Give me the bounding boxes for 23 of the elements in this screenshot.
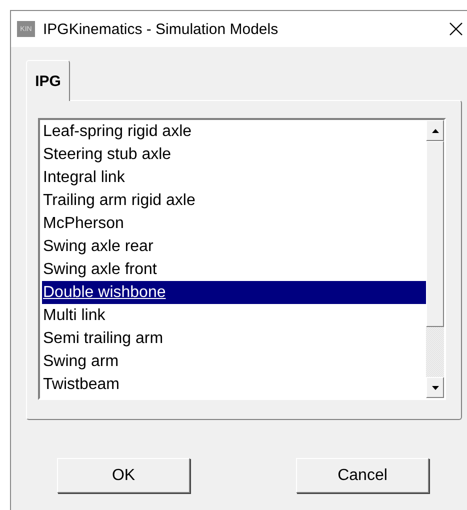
scrollbar[interactable] [426, 120, 444, 398]
down-arrow-icon [432, 386, 438, 390]
list-item[interactable]: Multi link [42, 304, 426, 327]
list-item[interactable]: Swing axle rear [42, 235, 426, 258]
up-arrow-icon [432, 128, 438, 132]
list-item[interactable]: Steering stub axle [42, 143, 426, 166]
scroll-down-button[interactable] [426, 377, 444, 398]
scroll-up-button[interactable] [426, 120, 444, 141]
cancel-button[interactable]: Cancel [296, 458, 429, 493]
list-item[interactable]: Trailing arm rigid axle [42, 189, 426, 212]
list-item[interactable]: Integral link [42, 166, 426, 189]
scroll-thumb[interactable] [426, 141, 444, 327]
close-icon[interactable] [449, 22, 463, 36]
list-item[interactable]: Twistbeam [42, 373, 426, 396]
list-item[interactable]: McPherson [42, 212, 426, 235]
tab[interactable]: IPG [26, 60, 70, 101]
list-item[interactable]: Semi trailing arm [42, 327, 426, 350]
list-item[interactable]: Swing axle front [42, 258, 426, 281]
list-item[interactable]: Swing arm [42, 350, 426, 373]
list-item[interactable]: Double wishbone [42, 281, 426, 304]
window-title: IPGKinematics - Simulation Models [43, 20, 280, 38]
ok-button[interactable]: OK [57, 458, 190, 493]
list-item[interactable]: Leaf-spring rigid axle [42, 120, 426, 143]
